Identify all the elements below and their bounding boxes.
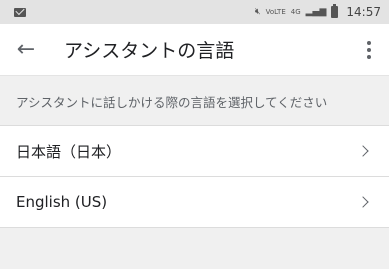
- signal-icon: ▂▄▆: [305, 6, 327, 17]
- battery-icon: [331, 4, 339, 18]
- arrow-left-icon: ←: [16, 37, 36, 62]
- chevron-right-icon: [357, 145, 369, 157]
- mail-icon: [14, 7, 26, 17]
- chevron-right-icon: [357, 196, 369, 208]
- more-vert-icon-dot: [367, 40, 371, 45]
- more-vert-icon-dot: [367, 47, 371, 52]
- status-bar: 🔇︎ VoLTE 4G ▂▄▆ 14:57: [0, 0, 389, 24]
- language-list: 日本語（日本） English (US): [0, 126, 389, 228]
- status-time: 14:57: [346, 5, 381, 19]
- back-button[interactable]: ←: [0, 24, 52, 76]
- description-text: アシスタントに話しかける際の言語を選択してください: [0, 76, 389, 126]
- mute-icon: 🔇︎: [254, 6, 261, 17]
- more-vert-icon-dot: [367, 54, 371, 59]
- app-bar: ← アシスタントの言語: [0, 24, 389, 76]
- volte-icon: VoLTE: [265, 7, 286, 16]
- language-label: 日本語（日本）: [16, 142, 122, 161]
- page-title: アシスタントの言語: [64, 40, 235, 62]
- network-type-label: 4G: [290, 7, 301, 16]
- more-options-button[interactable]: [349, 24, 389, 76]
- language-label: English (US): [16, 193, 108, 211]
- language-item-english[interactable]: English (US): [0, 177, 389, 228]
- language-item-japanese[interactable]: 日本語（日本）: [0, 126, 389, 177]
